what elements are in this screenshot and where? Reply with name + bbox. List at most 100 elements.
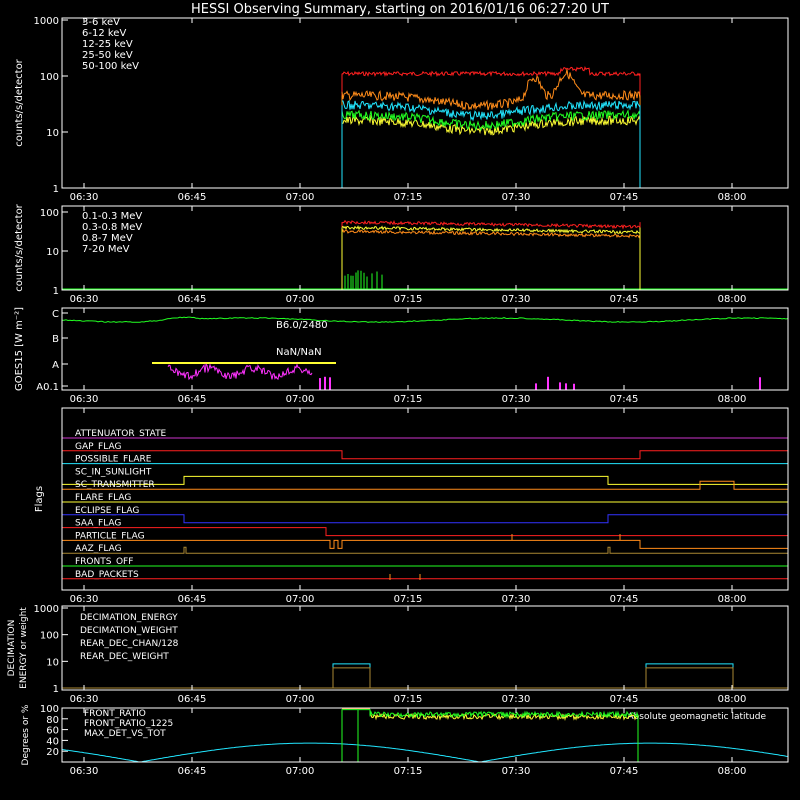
x-tick-label: 07:00 [286,594,315,605]
flag-line [62,475,788,485]
y-tick-label: 20 [46,747,59,758]
x-tick-label: 06:30 [70,192,99,203]
x-tick-label: 07:15 [394,594,423,605]
legend-entry: 6-12 keV [82,28,126,39]
series-line [341,228,641,239]
series-line [341,114,641,136]
x-tick-label: 07:15 [394,192,423,203]
x-tick-label: 07:00 [286,294,315,305]
x-tick-label: 07:30 [502,694,531,705]
x-tick-label: 07:30 [502,594,531,605]
y-tick-label: 1 [53,286,59,297]
x-tick-label: 07:00 [286,766,315,777]
x-tick-label: 07:00 [286,694,315,705]
y-tick-label: 100 [40,704,59,715]
x-tick-label: 07:30 [502,192,531,203]
chart-title: HESSI Observing Summary, starting on 201… [191,2,609,17]
y-tick-label: 10 [46,657,59,668]
rear-dec-weight-line [645,667,734,688]
x-tick-label: 08:00 [718,694,747,705]
legend-entry: DECIMATION_ENERGY [80,613,178,623]
y-tick-label: 100 [40,631,59,642]
x-tick-label: 06:30 [70,766,99,777]
y-tick-label: 1000 [34,16,59,27]
goes-annotation: NaN/NaN [276,347,322,358]
panel-flags: FlagsATTENUATOR_STATEGAP_FLAGPOSSIBLE_FL… [34,408,788,605]
x-tick-label: 07:15 [394,766,423,777]
y-tick-label: 80 [46,715,59,726]
x-tick-label: 07:45 [610,694,639,705]
hessi-summary-chart: HESSI Observing Summary, starting on 201… [7,2,789,777]
y-tick-label: 10 [46,247,59,258]
legend-entry: FRONT_RATIO_1225 [84,719,173,729]
flag-line [62,450,788,460]
y-tick-label: 10 [46,128,59,139]
panel-flags-frame [61,407,789,591]
legend-entry: REAR_DEC_CHAN/128 [80,639,179,649]
flag-line [62,480,788,490]
series-line [341,66,641,78]
legend-entry: 25-50 keV [82,50,133,61]
legend-entry: 50-100 keV [82,61,139,72]
x-tick-label: 06:30 [70,394,99,405]
y-tick-label: 100 [40,208,59,219]
x-tick-label: 07:30 [502,394,531,405]
x-tick-label: 07:45 [610,766,639,777]
x-tick-label: 07:00 [286,394,315,405]
panel-gamma-frame [61,205,789,291]
x-tick-label: 08:00 [718,594,747,605]
latitude-line [61,742,789,763]
x-tick-label: 06:45 [178,294,207,305]
x-tick-label: 07:45 [610,394,639,405]
xray-ylabel: counts/s/detector [14,58,25,146]
goes-magenta-line [167,362,313,381]
x-tick-label: 08:00 [718,766,747,777]
panel-xray-frame [61,17,789,189]
flags-ylabel: Flags [34,486,45,512]
series-line [341,225,641,235]
y-tick-label: B [52,334,59,345]
flag-label: SC_IN_SUNLIGHT [75,467,152,477]
y-tick-label: 40 [46,736,59,747]
series-line [341,219,641,230]
x-tick-label: 06:30 [70,594,99,605]
x-tick-label: 07:15 [394,394,423,405]
y-tick-label: 1 [53,184,59,195]
flag-line [62,514,788,524]
x-tick-label: 08:00 [718,192,747,203]
x-tick-label: 06:45 [178,766,207,777]
flag-line [62,527,788,537]
x-tick-label: 06:30 [70,694,99,705]
decimation-ylabel: DECIMATION [7,620,17,677]
y-tick-label: A0.1 [36,382,59,393]
y-tick-label: 60 [46,726,59,737]
y-tick-label: C [52,309,59,320]
x-tick-label: 06:45 [178,192,207,203]
rear-dec-weight-line [332,667,371,688]
goes-annotation: B6.0/2480 [276,320,328,331]
flag-line [62,539,788,549]
goes-flux-line [62,316,789,323]
legend-entry: REAR_DEC_WEIGHT [80,652,169,662]
x-tick-label: 08:00 [718,294,747,305]
legend-entry: 3-6 keV [82,17,120,28]
legend-entry: 12-25 keV [82,39,133,50]
ratio-ylabel: Degrees or % [21,704,31,765]
legend-entry: 0.8-7 MeV [82,233,133,244]
x-tick-label: 06:45 [178,694,207,705]
y-tick-label: 1 [53,684,59,695]
x-tick-label: 07:45 [610,594,639,605]
x-tick-label: 07:15 [394,294,423,305]
legend-entry: DECIMATION_WEIGHT [80,626,178,636]
x-tick-label: 06:45 [178,594,207,605]
front-ratio-1225-edge [341,709,371,762]
x-tick-label: 07:30 [502,294,531,305]
x-tick-label: 07:15 [394,694,423,705]
gamma-ylabel: counts/s/detector [14,203,25,291]
decimation-ylabel: ENERGY or weight [19,607,29,689]
x-tick-label: 07:00 [286,192,315,203]
x-tick-label: 07:45 [610,294,639,305]
y-tick-label: 100 [40,72,59,83]
x-tick-label: 08:00 [718,394,747,405]
x-tick-label: 07:30 [502,766,531,777]
